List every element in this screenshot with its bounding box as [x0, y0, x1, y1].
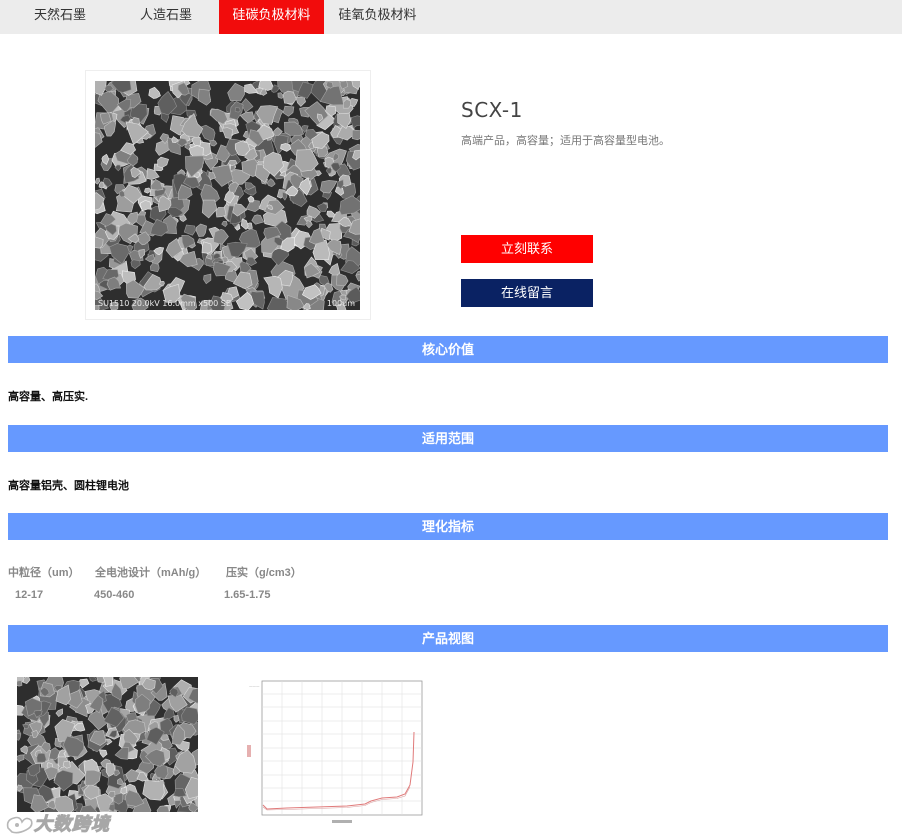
contact-now-button[interactable]: 立刻联系 — [461, 235, 593, 263]
brand-watermark: 大数跨境 — [4, 810, 110, 836]
sem-image-scale: 100um — [326, 299, 355, 308]
product-sem-image[interactable]: SU1510 20.0kV 16.0mm x500 SE 100um — [95, 81, 360, 310]
section-application-header: 适用范围 — [8, 425, 888, 452]
tab-silicon-carbon-anode[interactable]: 硅碳负极材料 — [219, 0, 324, 34]
gallery-sem-thumbnail[interactable] — [17, 677, 198, 812]
gallery-curve-thumbnail[interactable]: ——— — [247, 677, 427, 827]
section-gallery-header: 产品视图 — [8, 625, 888, 652]
tab-natural-graphite[interactable]: 天然石墨 — [16, 0, 104, 34]
spec-header-capacity: 全电池设计（mAh/g） — [95, 567, 207, 579]
spec-header-compaction: 压实（g/cm3） — [226, 567, 302, 579]
section-core-value-header: 核心价值 — [8, 336, 888, 363]
product-description: 高端产品，高容量；适用于高容量型电池。 — [461, 135, 670, 147]
category-tab-bar: 天然石墨 人造石墨 硅碳负极材料 硅氧负极材料 — [0, 0, 902, 34]
online-message-button[interactable]: 在线留言 — [461, 279, 593, 307]
spec-value-particle-size: 12-17 — [15, 589, 44, 601]
tab-silicon-oxygen-anode[interactable]: 硅氧负极材料 — [330, 0, 425, 34]
section-specs-header: 理化指标 — [8, 513, 888, 540]
product-name: SCX-1 — [461, 98, 523, 122]
sem-image-caption: SU1510 20.0kV 16.0mm x500 SE — [98, 299, 231, 308]
tab-artificial-graphite[interactable]: 人造石墨 — [122, 0, 210, 34]
svg-text:———: ——— — [249, 684, 260, 688]
watermark-text: 大数跨境 — [34, 814, 110, 835]
core-value-text: 高容量、高压实. — [8, 391, 89, 403]
spec-value-compaction: 1.65-1.75 — [224, 589, 271, 601]
spec-header-particle-size: 中粒径（um） — [8, 567, 80, 579]
watermark-logo-icon — [6, 816, 33, 834]
spec-value-capacity: 450-460 — [94, 589, 135, 601]
application-text: 高容量铝壳、圆柱锂电池 — [8, 480, 129, 492]
